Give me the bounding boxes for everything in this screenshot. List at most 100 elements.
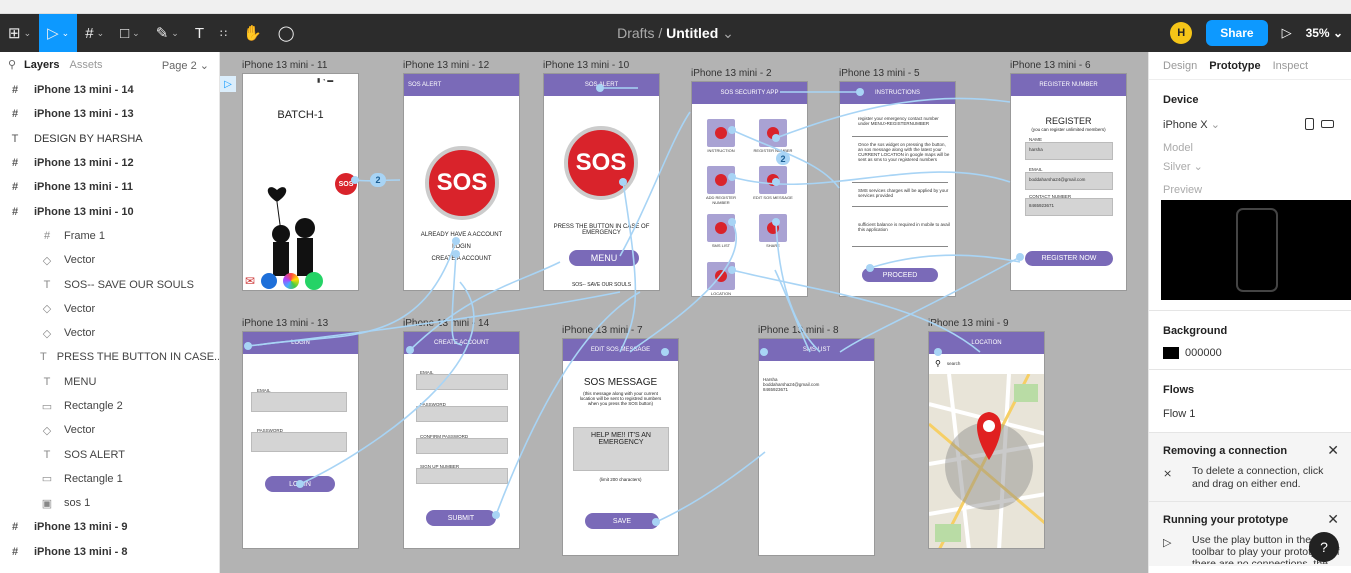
share-button[interactable]: Share — [1206, 20, 1268, 46]
layer-label: iPhone 13 mini - 10 — [34, 205, 134, 218]
layer-item[interactable]: T PRESS THE BUTTON IN CASE... — [0, 345, 219, 369]
tab-design[interactable]: Design — [1163, 60, 1197, 72]
layer-label: Vector — [64, 327, 96, 340]
tab-assets[interactable]: Assets — [69, 59, 102, 71]
page-selector[interactable]: Page 2 ⌄ — [162, 59, 209, 72]
layer-item[interactable]: T SOS ALERT — [0, 442, 219, 466]
layer-label: Rectangle 1 — [64, 472, 123, 485]
layer-item[interactable]: T SOS-- SAVE OUR SOULS — [0, 272, 219, 296]
cursor-icon: ▷ — [47, 25, 59, 42]
frame-tool-button[interactable]: # ⌄ — [77, 14, 112, 52]
layer-label: DESIGN BY HARSHA — [34, 132, 143, 145]
layer-item[interactable]: # iPhone 13 mini - 14 — [0, 78, 219, 102]
tab-layers[interactable]: Layers — [24, 59, 59, 71]
background-color[interactable]: 000000 — [1163, 347, 1222, 360]
layer-item[interactable]: # iPhone 13 mini - 12 — [0, 151, 219, 175]
layer-item[interactable]: ◇ Vector — [0, 418, 219, 442]
zoom-value: 35% — [1305, 26, 1330, 40]
avatar[interactable]: H — [1170, 22, 1193, 44]
help-button[interactable]: ? — [1309, 532, 1339, 562]
model-label: Model — [1163, 142, 1193, 154]
layer-list: # iPhone 13 mini - 14 # iPhone 13 mini - 13… — [0, 78, 219, 564]
file-name[interactable]: Untitled — [666, 25, 718, 41]
frame-icon: # — [11, 205, 19, 218]
device-value: iPhone X — [1163, 119, 1208, 131]
flows-title: Flows — [1163, 384, 1195, 396]
resources-button[interactable]: ∷ — [212, 14, 235, 52]
browser-top-strip — [0, 0, 1351, 14]
layer-item[interactable]: # iPhone 13 mini - 13 — [0, 102, 219, 126]
chevron-down-icon: ⌄ — [1210, 119, 1220, 131]
layer-label: Vector — [64, 424, 96, 437]
connection-count-badge[interactable]: 2 — [776, 152, 790, 165]
chevron-down-icon[interactable]: ⌄ — [722, 25, 734, 41]
tab-prototype[interactable]: Prototype — [1209, 60, 1260, 72]
rectangle-icon: ▭ — [41, 473, 53, 486]
vector-icon: ◇ — [42, 424, 52, 437]
play-icon[interactable]: ▷ — [1282, 25, 1292, 41]
flow-item[interactable]: Flow 1 — [1163, 408, 1195, 420]
comment-icon: ◯ — [277, 25, 295, 42]
layer-item[interactable]: ◇ Vector — [0, 321, 219, 345]
layer-item[interactable]: # iPhone 13 mini - 11 — [0, 175, 219, 199]
hand-tool-button[interactable]: ✋ — [235, 14, 270, 52]
text-icon: T — [43, 375, 51, 388]
canvas[interactable]: iPhone 13 mini - 11 iPhone 13 mini - 12 … — [220, 52, 1148, 573]
frame-icon: # — [43, 229, 51, 242]
connection-count-badge[interactable]: 2 — [370, 173, 386, 187]
close-icon[interactable]: ✕ — [1327, 442, 1339, 459]
text-icon: T — [194, 24, 205, 42]
layer-label: iPhone 13 mini - 11 — [34, 181, 134, 194]
pen-icon: ✎ — [155, 25, 169, 42]
background-title: Background — [1163, 325, 1228, 337]
resources-icon: ∷ — [220, 27, 228, 40]
shape-tool-button[interactable]: □ ⌄ — [112, 14, 148, 52]
layer-label: SOS ALERT — [64, 448, 125, 461]
figma-menu-icon: ⊞ — [8, 25, 21, 42]
layer-item[interactable]: ◇ Vector — [0, 297, 219, 321]
rectangle-icon: ▭ — [41, 400, 53, 413]
tip-removing-connection: Removing a connection ✕ ⨯ To delete a co… — [1149, 433, 1351, 501]
close-icon[interactable]: ✕ — [1327, 511, 1339, 528]
tip-text: To delete a connection, click and drag o… — [1192, 465, 1324, 490]
landscape-icon[interactable] — [1321, 120, 1334, 128]
text-icon: T — [11, 132, 19, 145]
layer-item[interactable]: # Frame 1 — [0, 224, 219, 248]
flows-section: Flows Flow 1 — [1149, 370, 1351, 432]
layer-item[interactable]: ◇ Vector — [0, 248, 219, 272]
layer-label: iPhone 13 mini - 14 — [34, 84, 134, 97]
layer-item[interactable]: ▭ Rectangle 1 — [0, 467, 219, 491]
background-hex[interactable]: 000000 — [1185, 347, 1222, 359]
device-dropdown[interactable]: iPhone X ⌄ — [1163, 118, 1220, 131]
layer-item[interactable]: T DESIGN BY HARSHA — [0, 127, 219, 151]
layer-item[interactable]: # iPhone 13 mini - 10 — [0, 199, 219, 223]
breadcrumb-drafts[interactable]: Drafts — [617, 25, 654, 41]
move-tool-button[interactable]: ▷ ⌄ — [39, 14, 78, 52]
device-title: Device — [1163, 94, 1199, 106]
layer-label: Vector — [64, 302, 96, 315]
main-menu-button[interactable]: ⊞ ⌄ — [0, 14, 39, 52]
comment-tool-button[interactable]: ◯ — [270, 14, 303, 52]
layer-item[interactable]: ▣ sos 1 — [0, 491, 219, 515]
frame-icon: # — [11, 108, 19, 121]
layer-label: sos 1 — [64, 497, 91, 510]
layer-item[interactable]: # iPhone 13 mini - 9 — [0, 515, 219, 539]
flow-start-icon[interactable]: ▷ — [220, 76, 236, 92]
zoom-dropdown[interactable]: 35% ⌄ — [1306, 26, 1343, 40]
layer-label: iPhone 13 mini - 8 — [34, 545, 128, 558]
portrait-icon[interactable] — [1305, 118, 1314, 130]
pen-tool-button[interactable]: ✎ ⌄ — [148, 14, 187, 52]
play-icon: ▷ — [1163, 537, 1172, 549]
frame-icon: # — [11, 84, 19, 97]
search-icon[interactable]: ⚲ — [8, 58, 16, 71]
text-tool-button[interactable]: T — [187, 14, 212, 52]
layer-item[interactable]: # iPhone 13 mini - 8 — [0, 540, 219, 564]
layer-item[interactable]: ▭ Rectangle 2 — [0, 394, 219, 418]
layer-label: iPhone 13 mini - 9 — [34, 521, 128, 534]
frame-icon: # — [85, 24, 94, 42]
layer-item[interactable]: T MENU — [0, 370, 219, 394]
tab-inspect[interactable]: Inspect — [1273, 60, 1308, 72]
model-dropdown[interactable]: Silver ⌄ — [1163, 160, 1203, 173]
image-icon: ▣ — [41, 497, 53, 510]
color-swatch[interactable] — [1163, 347, 1179, 360]
